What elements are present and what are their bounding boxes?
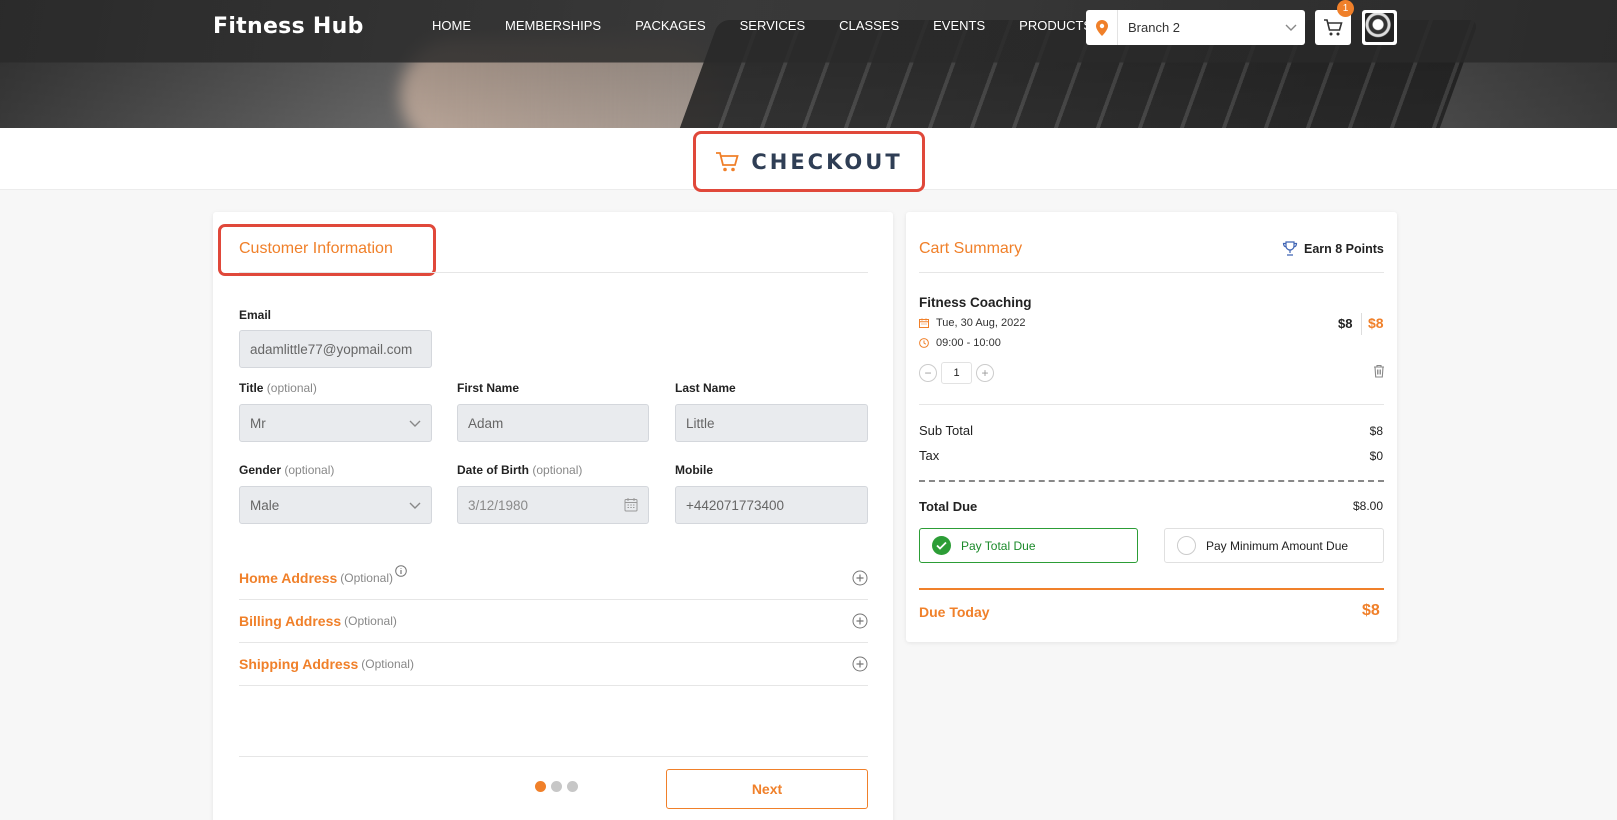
nav-memberships[interactable]: MEMBERSHIPS (505, 18, 601, 33)
tax-label: Tax (919, 448, 940, 463)
earn-points-text: Earn 8 Points (1304, 241, 1384, 256)
first-name-field[interactable]: Adam (457, 404, 649, 442)
sub-total-label: Sub Total (919, 423, 973, 438)
quantity-stepper: − 1 + (919, 362, 994, 384)
gender-label: Gender (optional) (239, 463, 335, 477)
nav-packages[interactable]: PACKAGES (635, 18, 706, 33)
info-icon[interactable] (395, 564, 407, 582)
last-name-label: Last Name (675, 381, 736, 395)
email-label: Email (239, 308, 272, 322)
title-select-value: Mr (250, 415, 266, 431)
user-avatar[interactable] (1362, 10, 1397, 45)
pay-minimum-option[interactable]: Pay Minimum Amount Due (1164, 528, 1384, 563)
pay-total-due-option[interactable]: Pay Total Due (919, 528, 1138, 563)
step-indicator (535, 781, 578, 792)
cart-item-time: 09:00 - 10:00 (919, 337, 1001, 349)
customer-info-title: Customer Information (239, 240, 393, 257)
chevron-down-icon (1277, 24, 1305, 32)
location-pin-icon (1086, 10, 1118, 45)
step-dot (535, 781, 546, 792)
calendar-icon (919, 318, 929, 328)
check-icon (932, 536, 951, 555)
page-title: CHECKOUT (751, 149, 903, 174)
nav-classes[interactable]: CLASSES (839, 18, 899, 33)
shipping-address-title: Shipping Address (239, 656, 359, 672)
next-button[interactable]: Next (666, 769, 868, 809)
cart-icon (716, 151, 740, 171)
nav-products[interactable]: PRODUCTS (1019, 18, 1092, 33)
optional-text: (Optional) (340, 571, 393, 585)
optional-text: (Optional) (361, 657, 414, 671)
chevron-down-icon (409, 416, 421, 431)
radio-icon (1177, 536, 1196, 555)
total-due-value: $8.00 (1352, 499, 1383, 513)
cart-item-price: $8 (1338, 316, 1353, 331)
expand-plus-icon[interactable] (852, 613, 868, 634)
cart-item-name: Fitness Coaching (919, 295, 1032, 310)
nav-services[interactable]: SERVICES (740, 18, 806, 33)
expand-plus-icon[interactable] (852, 570, 868, 591)
expand-plus-icon[interactable] (852, 656, 868, 677)
top-navigation: Fitness Hub HOME MEMBERSHIPS PACKAGES SE… (0, 0, 1617, 62)
mobile-label: Mobile (675, 463, 713, 477)
cart-icon (1324, 18, 1343, 35)
cart-summary-title: Cart Summary (919, 240, 1023, 257)
chevron-down-icon (409, 498, 421, 513)
sub-total-value: $8 (1369, 424, 1383, 438)
billing-address-title: Billing Address (239, 613, 342, 629)
step-dot (551, 781, 562, 792)
home-address-title: Home Address (239, 570, 338, 586)
step-dot (567, 781, 578, 792)
branch-select-value: Branch 2 (1128, 20, 1181, 35)
main-nav: HOME MEMBERSHIPS PACKAGES SERVICES CLASS… (432, 18, 1126, 33)
gender-select-value: Male (250, 497, 280, 513)
optional-text: (Optional) (344, 614, 397, 628)
due-today-value: $8 (1362, 602, 1380, 619)
cart-count-badge: 1 (1337, 0, 1354, 17)
cart-summary-card (906, 212, 1397, 642)
cart-item-date: Tue, 30 Aug, 2022 (919, 317, 1026, 329)
dob-field-value: 3/12/1980 (468, 497, 529, 513)
calendar-icon[interactable] (624, 497, 638, 515)
home-address-accordion[interactable]: Home Address (Optional) (239, 557, 868, 600)
last-name-field[interactable]: Little (675, 404, 868, 442)
quantity-value[interactable]: 1 (941, 362, 972, 384)
trash-icon[interactable] (1373, 364, 1385, 383)
branch-select[interactable]: Branch 2 (1086, 10, 1305, 45)
title-select[interactable]: Mr (239, 404, 432, 442)
email-field[interactable]: adamlittle77@yopmail.com (239, 330, 432, 368)
dob-label: Date of Birth (optional) (457, 463, 583, 477)
decrease-qty-button[interactable]: − (919, 364, 937, 382)
trophy-icon (1282, 241, 1298, 256)
first-name-label: First Name (457, 381, 520, 395)
dob-field[interactable]: 3/12/1980 (457, 486, 649, 524)
clock-icon (919, 338, 929, 348)
checkout-heading: CHECKOUT (693, 131, 925, 192)
billing-address-accordion[interactable]: Billing Address (Optional) (239, 600, 868, 643)
due-today-label: Due Today (919, 604, 990, 620)
nav-events[interactable]: EVENTS (933, 18, 985, 33)
cart-item-total: $8 (1368, 315, 1384, 331)
earn-points: Earn 8 Points (1282, 241, 1384, 256)
brand-logo[interactable]: Fitness Hub (213, 14, 364, 39)
pay-total-due-label: Pay Total Due (961, 538, 1036, 553)
gender-select[interactable]: Male (239, 486, 432, 524)
shipping-address-accordion[interactable]: Shipping Address (Optional) (239, 643, 868, 686)
nav-home[interactable]: HOME (432, 18, 471, 33)
title-label: Title (optional) (239, 381, 317, 395)
total-due-label: Total Due (919, 499, 978, 514)
tax-value: $0 (1369, 449, 1383, 463)
increase-qty-button[interactable]: + (976, 364, 994, 382)
mobile-field[interactable]: +442071773400 (675, 486, 868, 524)
pay-minimum-label: Pay Minimum Amount Due (1206, 538, 1349, 553)
